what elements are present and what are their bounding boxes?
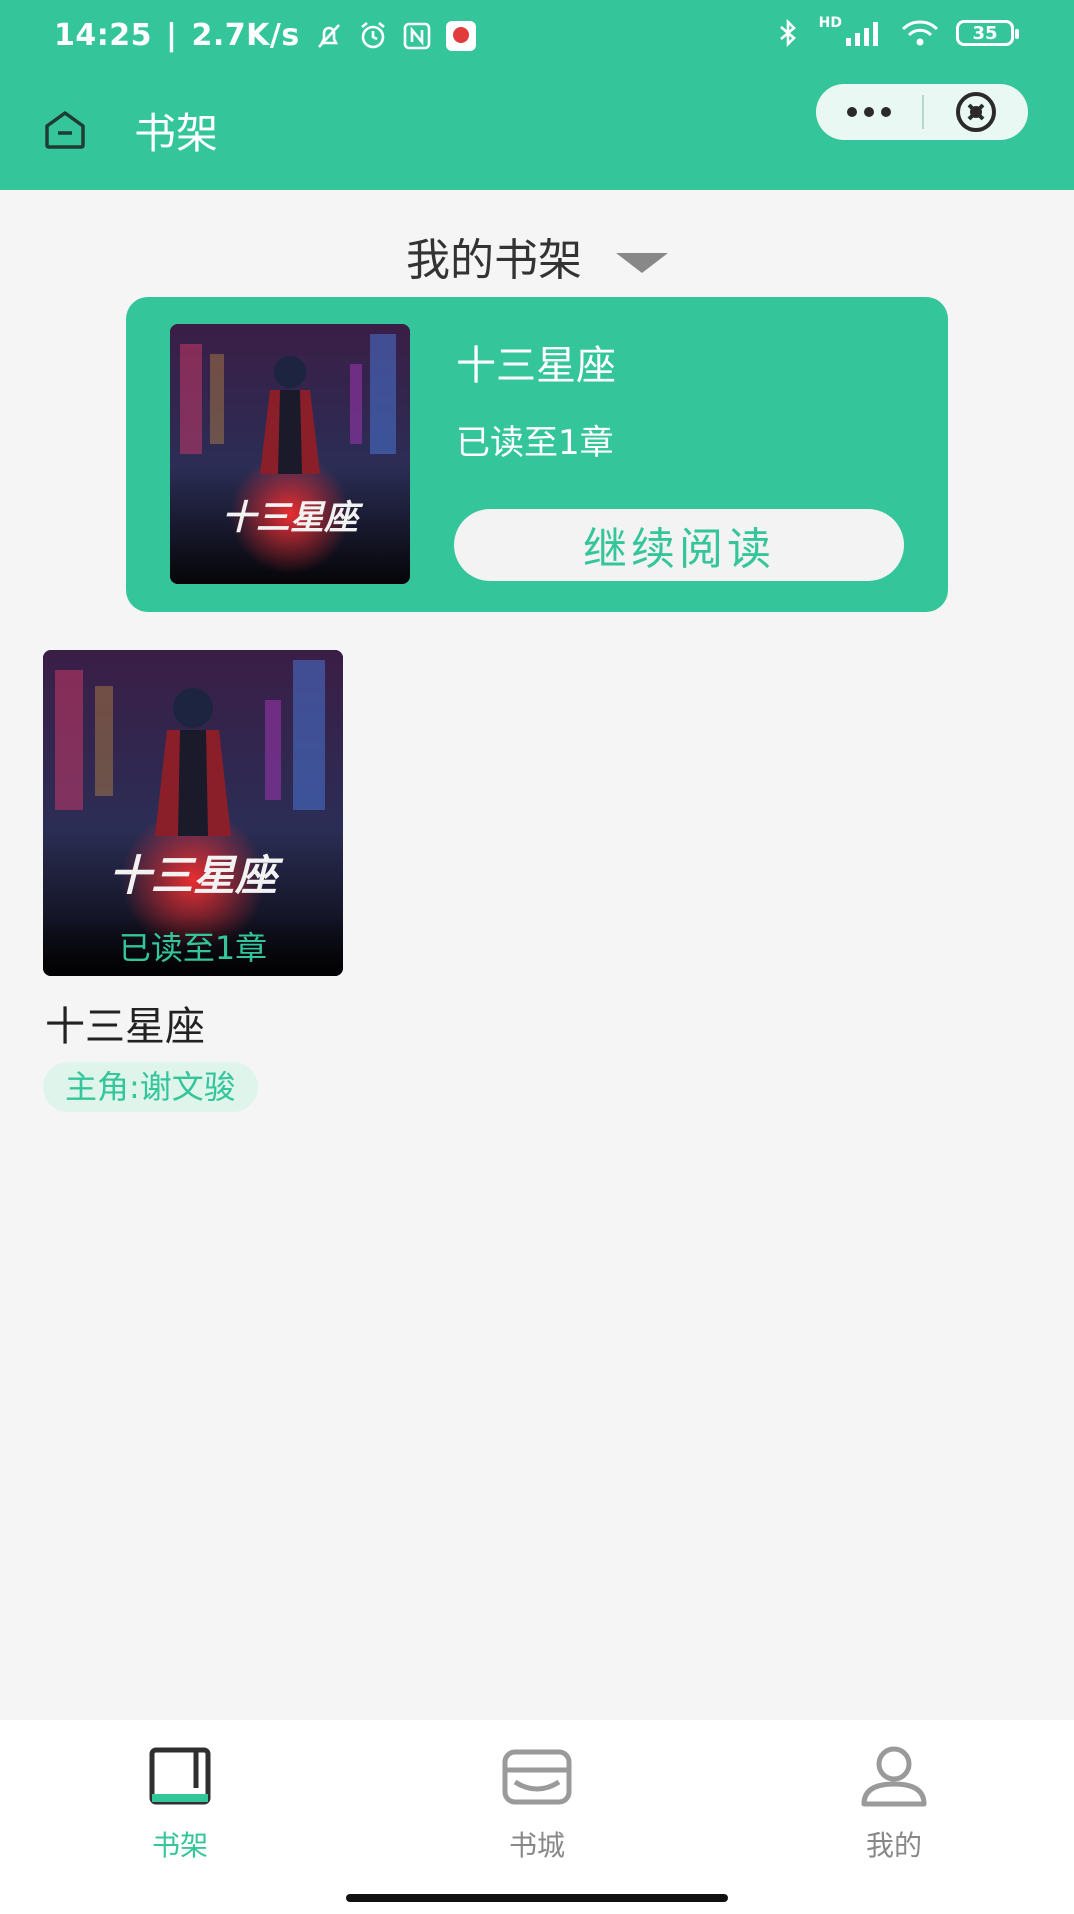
page-title: 书架 (134, 109, 219, 158)
mute-bell-icon (317, 23, 340, 48)
battery-level: 35 (972, 22, 998, 44)
status-network-speed: 2.7K/s (191, 18, 300, 53)
status-time: 14:25 (54, 18, 152, 53)
cover-art: 十三星座 (170, 324, 410, 584)
continue-reading-card[interactable]: 十三星座 十三星座 已读至1章 继续阅读 (126, 297, 948, 612)
tab-label: 我的 (865, 1829, 922, 1862)
close-button[interactable] (924, 84, 1028, 140)
cover-title-text: 十三星座 (222, 498, 364, 538)
signal-icon (846, 22, 878, 46)
book-cover[interactable]: 十三星座 (170, 324, 410, 584)
shelf-selector[interactable]: 我的书架 (0, 224, 1074, 288)
wifi-icon (901, 20, 939, 46)
bottom-tab-bar: 书架 书城 我的 (0, 1720, 1074, 1914)
status-separator: | (166, 18, 178, 53)
bluetooth-icon (779, 18, 796, 48)
home-icon[interactable] (42, 108, 88, 150)
cover-progress-overlay: 已读至1章 (43, 916, 343, 976)
more-button[interactable] (816, 84, 922, 140)
tab-bookshelf[interactable]: 书架 (80, 1744, 280, 1864)
continue-reading-button[interactable]: 继续阅读 (454, 509, 904, 581)
tab-label: 书城 (508, 1829, 565, 1862)
more-dots-icon (847, 107, 891, 117)
book-cover[interactable]: 十三星座 已读至1章 (43, 650, 343, 976)
hd-label: HD (818, 15, 842, 31)
cover-title-text: 十三星座 (109, 851, 284, 900)
top-header: 14:25 | 2.7K/s HD 35 书架 (0, 0, 1074, 190)
tab-mine[interactable]: 我的 (794, 1744, 994, 1864)
nfc-icon (403, 22, 430, 49)
reading-progress: 已读至1章 (456, 423, 614, 463)
shelf-selector-label: 我的书架 (406, 235, 582, 286)
home-indicator (346, 1894, 728, 1902)
tab-label: 书架 (151, 1829, 208, 1862)
status-bar: 14:25 | 2.7K/s HD 35 (0, 0, 1074, 76)
store-icon (502, 1749, 572, 1805)
mini-program-capsule (816, 84, 1028, 140)
book-title: 十三星座 (456, 343, 616, 389)
tab-store[interactable]: 书城 (437, 1744, 637, 1864)
battery-icon: 35 (956, 20, 1019, 46)
close-circle-icon (956, 92, 996, 132)
book-name: 十三星座 (45, 1004, 205, 1050)
protagonist-tag: 主角:谢文骏 (43, 1062, 258, 1112)
alarm-icon (360, 21, 385, 48)
app-notification-icon (445, 20, 476, 51)
dropdown-triangle-icon (616, 253, 668, 273)
user-icon (861, 1746, 927, 1807)
bookshelf-icon (149, 1747, 211, 1805)
